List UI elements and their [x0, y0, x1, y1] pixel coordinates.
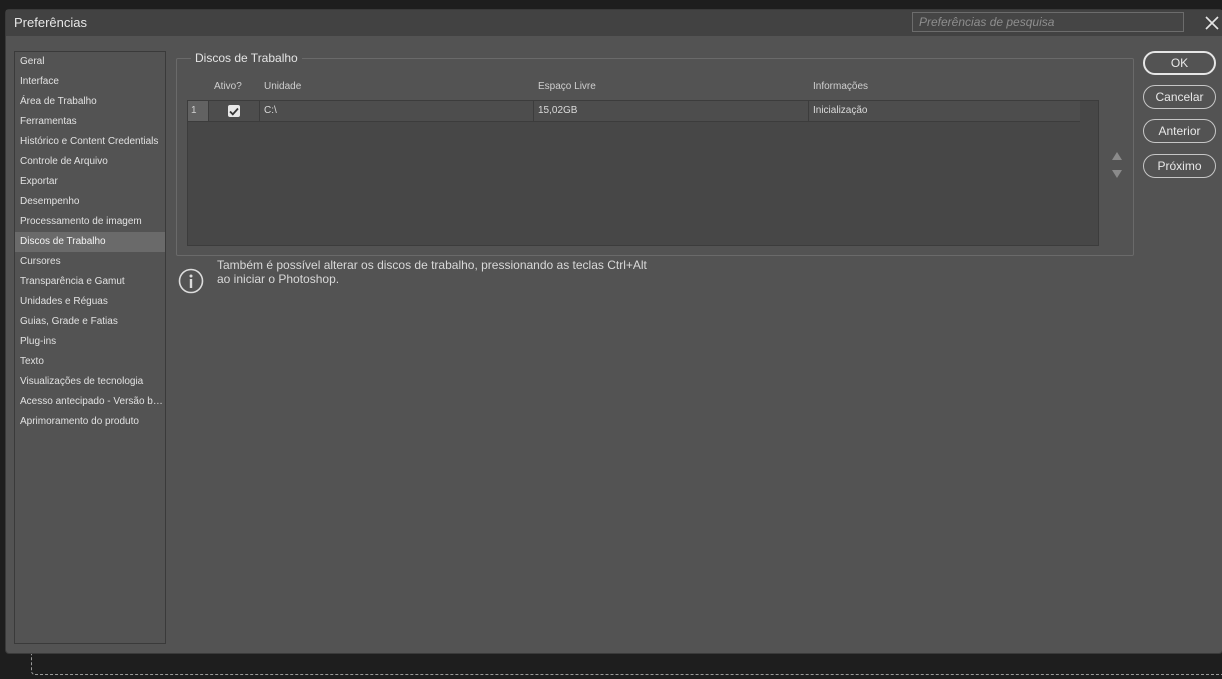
- sidebar-item-visualizacoes-de-tecnologia[interactable]: Visualizações de tecnologia: [15, 372, 165, 392]
- free-space-cell: 15,02GB: [534, 101, 809, 121]
- checkmark-icon: [229, 107, 239, 116]
- scratch-disks-table: 1 C:\ 15,02GB Inicialização: [187, 100, 1099, 246]
- column-header-drive: Unidade: [264, 81, 302, 92]
- sidebar-item-texto[interactable]: Texto: [15, 352, 165, 372]
- sidebar-item-unidades-e-reguas[interactable]: Unidades e Réguas: [15, 292, 165, 312]
- column-header-active: Ativo?: [214, 81, 242, 92]
- scratch-disks-group: Discos de Trabalho Ativo? Unidade Espaço…: [176, 51, 1134, 256]
- title-bar: Preferências: [6, 10, 1222, 36]
- sidebar-item-exportar[interactable]: Exportar: [15, 172, 165, 192]
- sidebar-item-processamento-de-imagem[interactable]: Processamento de imagem: [15, 212, 165, 232]
- sidebar-item-guias-grade-e-fatias[interactable]: Guias, Grade e Fatias: [15, 312, 165, 332]
- sidebar-item-acesso-antecipado[interactable]: Acesso antecipado - Versão beta: [15, 392, 165, 412]
- preferences-sidebar: Geral Interface Área de Trabalho Ferrame…: [14, 51, 166, 644]
- info-cell: Inicialização: [813, 105, 868, 116]
- sidebar-item-controle-de-arquivo[interactable]: Controle de Arquivo: [15, 152, 165, 172]
- sidebar-item-cursores[interactable]: Cursores: [15, 252, 165, 272]
- column-header-free-space: Espaço Livre: [538, 81, 596, 92]
- dialog-title: Preferências: [14, 15, 87, 30]
- active-checkbox[interactable]: [228, 105, 240, 117]
- cancel-button[interactable]: Cancelar: [1143, 85, 1216, 109]
- move-down-icon[interactable]: [1111, 169, 1123, 179]
- info-text-line-2: ao iniciar o Photoshop.: [217, 272, 340, 286]
- previous-button[interactable]: Anterior: [1143, 119, 1216, 143]
- preferences-dialog: Preferências Geral Interface Área de Tra…: [6, 10, 1222, 653]
- sidebar-item-area-de-trabalho[interactable]: Área de Trabalho: [15, 92, 165, 112]
- sidebar-item-historico[interactable]: Histórico e Content Credentials: [15, 132, 165, 152]
- active-cell: [209, 101, 260, 121]
- sidebar-item-desempenho[interactable]: Desempenho: [15, 192, 165, 212]
- sidebar-item-discos-de-trabalho[interactable]: Discos de Trabalho: [15, 232, 165, 252]
- ok-button[interactable]: OK: [1143, 51, 1216, 75]
- row-number: 1: [188, 101, 209, 121]
- info-icon: [178, 268, 204, 294]
- move-up-icon[interactable]: [1111, 151, 1123, 161]
- sidebar-item-geral[interactable]: Geral: [15, 52, 165, 72]
- group-legend: Discos de Trabalho: [191, 51, 302, 65]
- close-icon[interactable]: [1202, 12, 1222, 34]
- sidebar-item-plug-ins[interactable]: Plug-ins: [15, 332, 165, 352]
- sidebar-item-interface[interactable]: Interface: [15, 72, 165, 92]
- info-text-line-1: Também é possível alterar os discos de t…: [217, 258, 647, 272]
- search-input[interactable]: [912, 12, 1184, 32]
- sidebar-item-ferramentas[interactable]: Ferramentas: [15, 112, 165, 132]
- table-row[interactable]: 1 C:\ 15,02GB Inicialização: [188, 101, 1080, 122]
- next-button[interactable]: Próximo: [1143, 154, 1216, 178]
- sidebar-item-transparencia-e-gamut[interactable]: Transparência e Gamut: [15, 272, 165, 292]
- sidebar-item-aprimoramento-do-produto[interactable]: Aprimoramento do produto: [15, 412, 165, 432]
- info-text: Também é possível alterar os discos de t…: [217, 258, 737, 286]
- column-header-info: Informações: [813, 81, 869, 92]
- drive-cell: C:\: [260, 101, 534, 121]
